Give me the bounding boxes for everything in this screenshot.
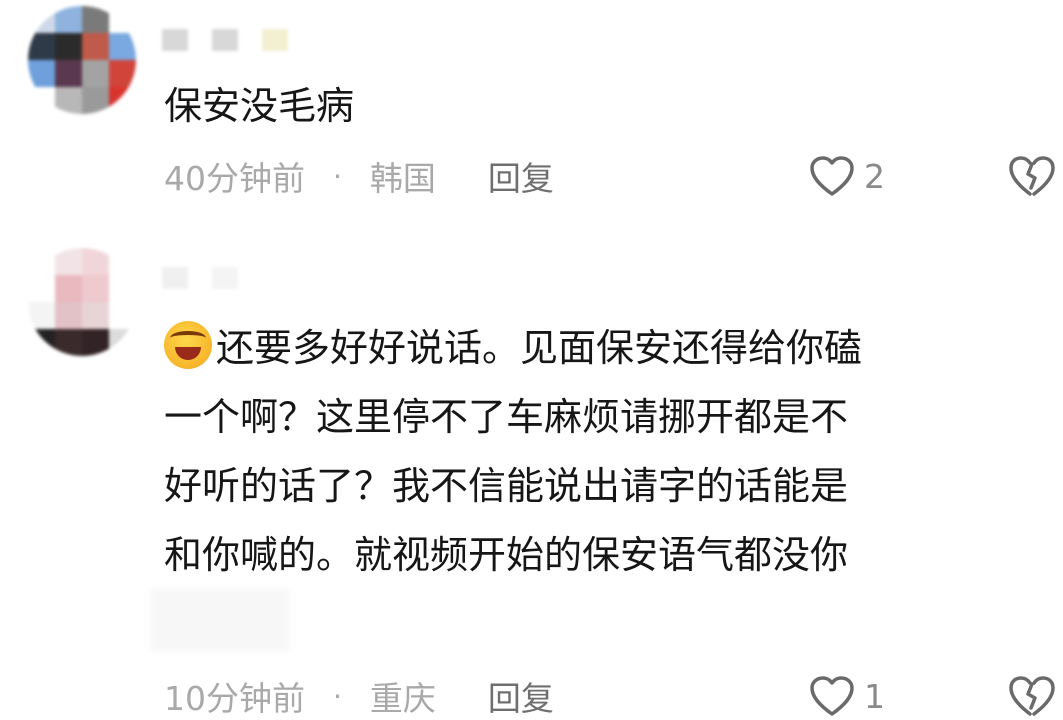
blurred-area [150, 588, 290, 652]
username[interactable] [162, 266, 238, 290]
like-count: 2 [864, 156, 885, 196]
comment-location: 韩国 [369, 159, 436, 198]
avatar[interactable] [28, 6, 136, 114]
comment-time: 40分钟前 [164, 159, 305, 198]
comment-meta: 10分钟前 · 重庆 回复 [164, 674, 554, 718]
comment-time: 10分钟前 [164, 679, 305, 718]
rofl-emoji-icon [164, 321, 212, 369]
heart-outline-icon[interactable] [808, 154, 856, 198]
heart-outline-icon[interactable] [808, 674, 856, 718]
comment-meta: 40分钟前 · 韩国 回复 [164, 154, 554, 198]
comment-actions: 2 [808, 154, 1056, 198]
comment-body: 还要多好好说话。见面保安还得给你磕 一个啊？这里停不了车麻烦请挪开都是不 好听的… [164, 326, 863, 577]
broken-heart-outline-icon[interactable] [1008, 154, 1056, 198]
broken-heart-outline-icon[interactable] [1008, 674, 1056, 718]
username[interactable] [162, 28, 288, 52]
comment-location: 重庆 [369, 679, 436, 718]
avatar[interactable] [28, 248, 136, 356]
like-count: 1 [864, 676, 885, 716]
comment-text: 还要多好好说话。见面保安还得给你磕 一个啊？这里停不了车麻烦请挪开都是不 好听的… [164, 314, 1004, 590]
comment-text: 保安没毛病 [164, 84, 355, 128]
reply-button[interactable]: 回复 [488, 152, 554, 200]
meta-separator: · [333, 679, 342, 713]
meta-separator: · [333, 159, 342, 193]
comment-actions: 1 [808, 674, 1056, 718]
reply-button[interactable]: 回复 [488, 672, 554, 720]
